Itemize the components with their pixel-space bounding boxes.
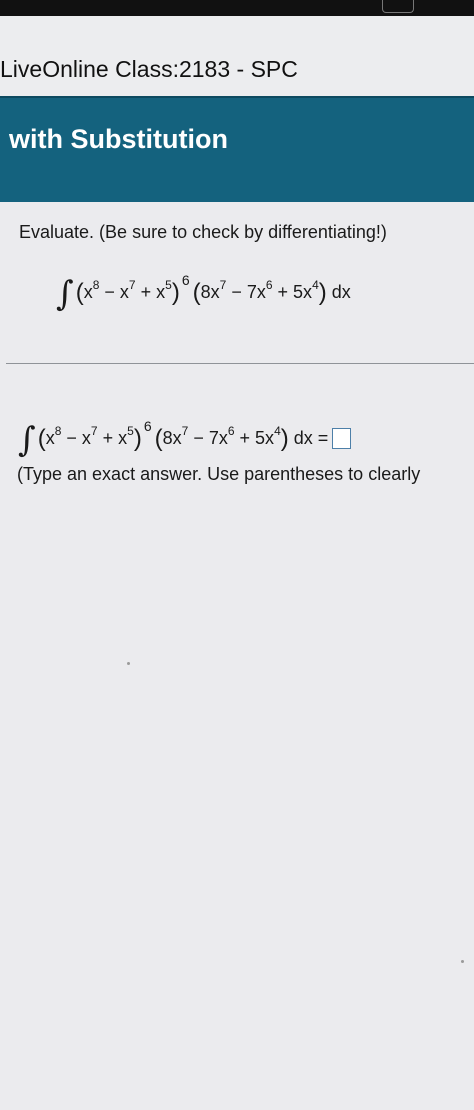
course-header: LiveOnline Class:2183 - SPC [0,16,474,96]
differential: dx [331,282,351,302]
close-paren: ) [318,279,327,306]
factor-term: + 5x [234,428,275,448]
open-paren: ( [154,425,163,452]
inner-term: x [45,428,55,448]
outer-exponent: 6 [181,272,190,288]
inner-term: + x [97,428,128,448]
inner-exponent: 5 [127,424,134,438]
factor-term: − 7x [188,428,228,448]
factor-exponent: 4 [274,424,281,438]
outer-exponent: 6 [143,418,152,434]
equals-sign: = [317,428,329,448]
screen-speck [127,662,130,665]
problem-instruction: Evaluate. (Be sure to check by different… [19,222,387,242]
course-title: LiveOnline Class:2183 - SPC [0,56,298,82]
answer-input[interactable] [332,428,352,449]
section-title: with Substitution [9,124,228,154]
problem-panel: Evaluate. (Be sure to check by different… [0,202,474,1110]
answer-hint: (Type an exact answer. Use parentheses t… [17,464,421,484]
screen-speck [461,960,464,963]
integral-sign: ∫ [56,274,74,314]
inner-exponent: 7 [90,424,98,438]
open-paren: ( [37,425,46,452]
answer-line: ∫(x8 − x7 + x5) 6 (8x7 − 7x6 + 5x4) dx = [18,418,352,460]
factor-exponent: 6 [265,278,273,292]
problem-integral: ∫(x8 − x7 + x5) 6 (8x7 − 7x6 + 5x4) dx [56,272,351,314]
section-divider [6,363,474,364]
close-paren: ) [171,279,180,306]
differential: dx [293,428,313,448]
inner-exponent: 7 [128,278,136,292]
browser-top-strip [0,0,474,16]
section-header: with Substitution [0,96,474,204]
open-paren: ( [75,279,84,306]
inner-term: + x [135,282,166,302]
close-paren: ) [280,425,289,452]
inner-term: x [83,282,93,302]
browser-tab-edge [382,0,414,13]
close-paren: ) [133,425,142,452]
integral-sign: ∫ [18,420,36,460]
factor-term: 8x [200,282,220,302]
inner-term: − x [99,282,129,302]
factor-exponent: 4 [312,278,319,292]
inner-term: − x [61,428,91,448]
inner-exponent: 5 [165,278,172,292]
factor-term: 8x [162,428,182,448]
open-paren: ( [192,279,201,306]
factor-term: − 7x [226,282,266,302]
factor-exponent: 6 [227,424,235,438]
factor-term: + 5x [272,282,313,302]
